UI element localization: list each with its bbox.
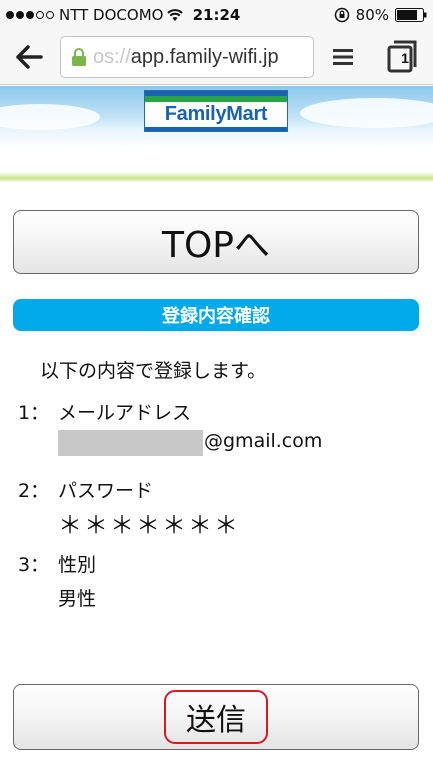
url-text: app.family-wifi.jp (130, 45, 279, 68)
section-title: 登録内容確認 (162, 306, 270, 327)
carrier-name: NTT DOCOMO (59, 6, 164, 24)
password-label: パスワード (58, 480, 154, 502)
tabs-button[interactable]: 1 (386, 39, 418, 73)
cloud-decoration (0, 104, 100, 130)
back-arrow-icon[interactable] (14, 44, 44, 70)
url-field[interactable]: os:// app.family-wifi.jp (60, 36, 314, 78)
site-header: FamilyMart (0, 86, 433, 182)
signal-strength-icon (6, 11, 54, 19)
intro-text: 以下の内容で登録します。 (40, 360, 267, 382)
top-button-label: TOPへ (161, 225, 271, 266)
item-number: 1： (18, 402, 50, 424)
email-redaction (58, 430, 203, 456)
gender-value: 男性 (58, 588, 97, 610)
section-title-bar: 登録内容確認 (13, 299, 419, 331)
status-bar: NTT DOCOMO 21:24 80% (0, 0, 433, 30)
familymart-logo[interactable]: FamilyMart (144, 90, 288, 132)
wifi-icon (167, 9, 184, 21)
submit-button-label: 送信 (164, 690, 268, 744)
email-value: @gmail.com (204, 430, 323, 452)
tab-count: 1 (401, 50, 409, 66)
email-label: メールアドレス (58, 402, 192, 424)
url-scheme: os:// (93, 45, 131, 68)
logo-text: FamilyMart (164, 103, 268, 125)
padlock-icon (72, 48, 86, 66)
menu-icon[interactable] (332, 46, 354, 68)
item-number: 2： (18, 480, 50, 502)
cloud-decoration (300, 98, 433, 128)
item-number: 3： (18, 554, 50, 576)
browser-toolbar: os:// app.family-wifi.jp 1 (0, 30, 433, 85)
battery-percent: 80% (355, 6, 389, 24)
gender-label: 性別 (58, 554, 97, 576)
battery-icon (395, 8, 427, 22)
top-button[interactable]: TOPへ (13, 210, 419, 274)
rotation-lock-icon (334, 7, 349, 23)
password-value: ＊＊＊＊＊＊＊ (58, 511, 240, 539)
submit-button[interactable]: 送信 (13, 684, 419, 750)
